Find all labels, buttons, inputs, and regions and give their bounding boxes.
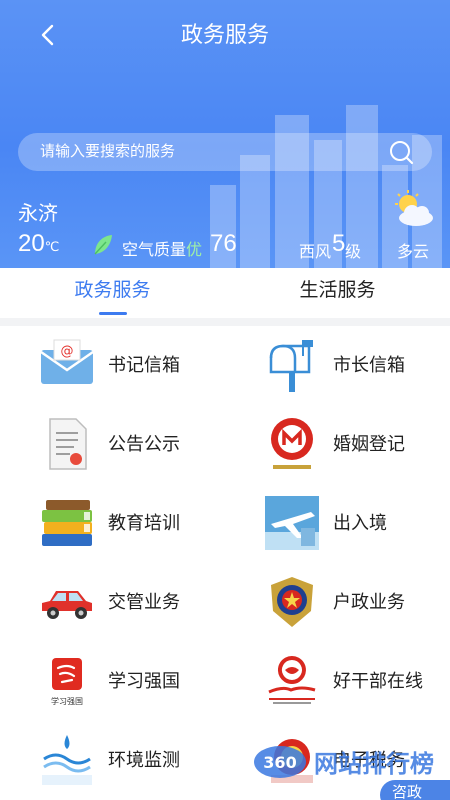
wind-unit: 级 [345,244,362,261]
service-label: 教育培训 [108,513,180,533]
service-item-entry-exit[interactable]: 出入境 [225,484,450,563]
service-label: 环境监测 [108,750,180,770]
service-item-education[interactable]: 教育培训 [0,484,225,563]
active-tab-indicator [99,312,127,315]
tab-government-services[interactable]: 政务服务 [0,268,225,318]
watermark-text: 网站排行榜 [314,751,434,778]
service-item-traffic[interactable]: 交管业务 [0,563,225,642]
service-label: 交管业务 [108,592,180,612]
search-bar[interactable]: 请输入要搜索的服务 [18,133,432,171]
service-label: 婚姻登记 [333,434,405,454]
airplane-icon [265,496,319,550]
search-input[interactable]: 请输入要搜索的服务 [40,133,175,171]
svg-text:360: 360 [263,753,296,772]
service-item-marriage-registration[interactable]: 婚姻登记 [225,405,450,484]
xuexi-logo-icon: 学习强国 [51,658,83,706]
air-quality-value: 76 [210,230,237,257]
service-label: 户政业务 [333,592,405,612]
cadre-logo-icon [268,656,316,704]
mailbox-icon [269,340,313,392]
search-icon[interactable] [388,139,414,165]
consult-float-button[interactable]: 咨政 [380,780,450,800]
service-item-announcements[interactable]: 公告公示 [0,405,225,484]
service-tabs: 政务服务 生活服务 [0,268,450,318]
document-icon [49,418,87,470]
service-label: 学习强国 [108,671,180,691]
weather-condition: 多云 [397,244,430,261]
city-name: 永济 [18,203,58,225]
service-label: 公告公示 [108,434,180,454]
svg-text:学习强国: 学习强国 [51,696,83,706]
service-label: 书记信箱 [108,355,180,375]
environment-icon [42,735,92,785]
police-badge-icon [271,577,313,627]
car-icon [42,591,92,619]
page-title: 政务服务 [180,22,269,47]
service-label: 出入境 [333,513,387,533]
air-quality-label: 空气质量 [122,242,187,259]
app-header: 政务服务 [0,0,450,70]
service-label: 好干部在线 [333,671,423,691]
hero-banner: 政务服务 请输入要搜索的服务 永济 20℃ 空气质量 优 76 西风 5 级 多… [0,0,450,268]
watermark-logo-icon: 360 [254,746,306,778]
service-grid: @ 书记信箱 市长信箱 公告公示 婚姻登记 教育培训 出入境 交管业务 户政业务… [0,326,450,800]
air-quality-level: 优 [186,242,203,259]
marriage-emblem-icon [271,418,313,469]
service-item-good-cadre-online[interactable]: 好干部在线 [225,642,450,721]
tab-life-services[interactable]: 生活服务 [225,268,450,318]
service-label: 市长信箱 [333,355,405,375]
service-item-secretary-mailbox[interactable]: @ 书记信箱 [0,326,225,405]
svg-text:@: @ [61,344,74,359]
email-icon: @ [40,339,94,384]
leaf-icon [94,235,112,255]
temperature: 20℃ [18,230,60,257]
service-item-environment-monitoring[interactable]: 环境监测 [0,721,225,800]
wind-direction: 西风 [299,244,332,261]
books-icon [42,500,92,546]
service-item-mayor-mailbox[interactable]: 市长信箱 [225,326,450,405]
wind-level: 5 [332,230,346,257]
service-item-household-registration[interactable]: 户政业务 [225,563,450,642]
partly-cloudy-icon [395,190,433,226]
service-item-xuexi-qiangguo[interactable]: 学习强国 学习强国 [0,642,225,721]
